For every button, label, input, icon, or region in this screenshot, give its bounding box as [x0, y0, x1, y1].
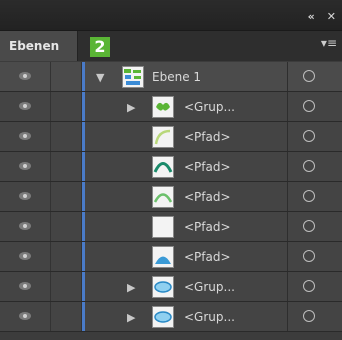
eye-icon	[19, 252, 31, 260]
tab-bar: Ebenen	[0, 30, 342, 61]
layer-name[interactable]: <Pfad>	[184, 250, 231, 264]
lock-toggle[interactable]	[50, 272, 82, 301]
layer-row[interactable]: <Pfad>	[0, 152, 342, 182]
path-arc-light-icon	[152, 126, 174, 148]
selection-color-bar	[82, 182, 85, 211]
target-circle-icon[interactable]	[303, 70, 315, 82]
panel-titlebar: « ✕	[0, 0, 342, 30]
layer-name[interactable]: <Pfad>	[184, 190, 231, 204]
layer-list: ▼ Ebene 1 ▶ <Grup... <Pfad> <Pfad> <Pfad…	[0, 62, 342, 332]
panel-menu-icon[interactable]: ▾≡	[321, 37, 337, 49]
layer-name[interactable]: <Grup...	[184, 280, 235, 294]
lock-toggle[interactable]	[50, 122, 82, 151]
selection-color-bar	[82, 62, 85, 91]
target-column[interactable]	[287, 302, 342, 331]
layer-row[interactable]: ▶ <Grup...	[0, 272, 342, 302]
visibility-toggle[interactable]	[0, 122, 48, 151]
target-circle-icon[interactable]	[303, 280, 315, 292]
selection-color-bar	[82, 302, 85, 331]
layer-name[interactable]: <Pfad>	[184, 160, 231, 174]
target-circle-icon[interactable]	[303, 160, 315, 172]
visibility-toggle[interactable]	[0, 92, 48, 121]
layer-row[interactable]: ▼ Ebene 1	[0, 62, 342, 92]
collapse-icon[interactable]: «	[308, 11, 315, 23]
layers-panel: « ✕ Ebenen 2 ▾≡ ▼ Ebene 1 ▶ <Grup... <Pf…	[0, 0, 342, 340]
visibility-toggle[interactable]	[0, 242, 48, 271]
lock-toggle[interactable]	[50, 62, 82, 91]
layer-name[interactable]: <Grup...	[184, 100, 235, 114]
lock-toggle[interactable]	[50, 152, 82, 181]
close-icon[interactable]: ✕	[327, 11, 336, 23]
path-arc-dark-icon	[152, 156, 174, 178]
visibility-toggle[interactable]	[0, 302, 48, 331]
selection-color-bar	[82, 242, 85, 271]
selection-color-bar	[82, 92, 85, 121]
eye-icon	[19, 72, 31, 80]
selection-color-bar	[82, 212, 85, 241]
step-callout-badge: 2	[90, 37, 110, 57]
visibility-toggle[interactable]	[0, 272, 48, 301]
eye-icon	[19, 282, 31, 290]
layer-row[interactable]: ▶ <Grup...	[0, 302, 342, 332]
eye-icon	[19, 102, 31, 110]
layer-row[interactable]: <Pfad>	[0, 212, 342, 242]
lock-toggle[interactable]	[50, 242, 82, 271]
eye-icon	[19, 192, 31, 200]
path-mound-icon	[152, 246, 174, 268]
eye-icon	[19, 162, 31, 170]
visibility-toggle[interactable]	[0, 152, 48, 181]
lock-toggle[interactable]	[50, 92, 82, 121]
layer-name[interactable]: <Pfad>	[184, 220, 231, 234]
target-column[interactable]	[287, 122, 342, 151]
visibility-toggle[interactable]	[0, 212, 48, 241]
lock-toggle[interactable]	[50, 212, 82, 241]
group-thumb-icon	[152, 96, 174, 118]
tab-ebenen[interactable]: Ebenen	[0, 31, 78, 61]
target-circle-icon[interactable]	[303, 250, 315, 262]
path-arc-mid-icon	[152, 186, 174, 208]
target-circle-icon[interactable]	[303, 220, 315, 232]
target-column[interactable]	[287, 92, 342, 121]
disclosure-collapsed-icon[interactable]: ▶	[127, 281, 135, 294]
group-ellipse-icon	[152, 306, 174, 328]
lock-toggle[interactable]	[50, 182, 82, 211]
disclosure-expanded-icon[interactable]: ▼	[96, 71, 104, 84]
group-ellipse-icon	[152, 276, 174, 298]
lock-toggle[interactable]	[50, 302, 82, 331]
disclosure-collapsed-icon[interactable]: ▶	[127, 311, 135, 324]
eye-icon	[19, 222, 31, 230]
visibility-toggle[interactable]	[0, 182, 48, 211]
selection-color-bar	[82, 272, 85, 301]
disclosure-collapsed-icon[interactable]: ▶	[127, 101, 135, 114]
visibility-toggle[interactable]	[0, 62, 48, 91]
layer-name[interactable]: Ebene 1	[152, 70, 201, 84]
eye-icon	[19, 312, 31, 320]
target-circle-icon[interactable]	[303, 130, 315, 142]
target-circle-icon[interactable]	[303, 100, 315, 112]
target-column[interactable]	[287, 62, 342, 91]
path-empty-icon	[152, 216, 174, 238]
target-column[interactable]	[287, 212, 342, 241]
target-circle-icon[interactable]	[303, 310, 315, 322]
layer-row[interactable]: <Pfad>	[0, 182, 342, 212]
target-column[interactable]	[287, 242, 342, 271]
layer-name[interactable]: <Pfad>	[184, 130, 231, 144]
layer-thumb-icon	[122, 66, 144, 88]
target-circle-icon[interactable]	[303, 190, 315, 202]
eye-icon	[19, 132, 31, 140]
layer-row[interactable]: ▶ <Grup...	[0, 92, 342, 122]
selection-color-bar	[82, 122, 85, 151]
target-column[interactable]	[287, 272, 342, 301]
layer-name[interactable]: <Grup...	[184, 310, 235, 324]
layer-row[interactable]: <Pfad>	[0, 122, 342, 152]
target-column[interactable]	[287, 152, 342, 181]
target-column[interactable]	[287, 182, 342, 211]
layer-row[interactable]: <Pfad>	[0, 242, 342, 272]
selection-color-bar	[82, 152, 85, 181]
